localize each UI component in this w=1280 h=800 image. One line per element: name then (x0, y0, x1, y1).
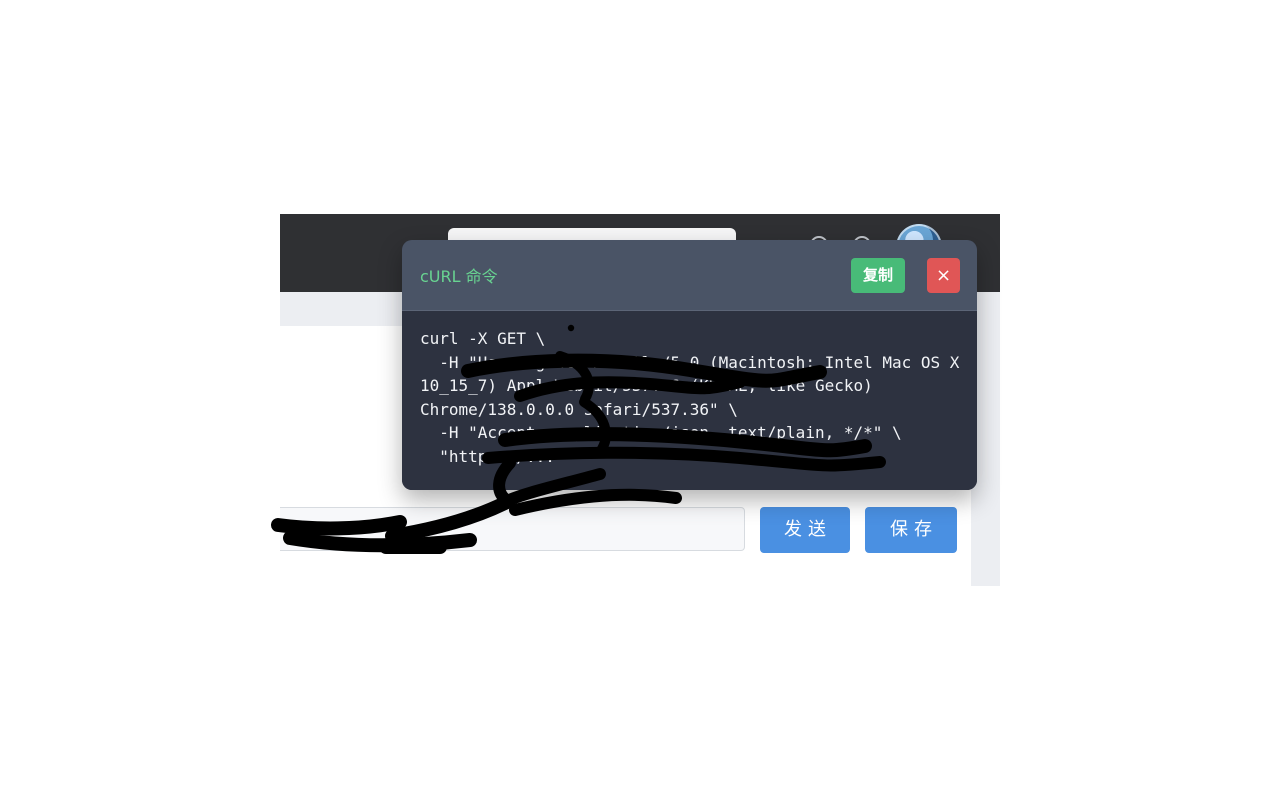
modal-title: cURL 命令 (420, 267, 498, 286)
send-button[interactable]: 发送 (760, 507, 850, 553)
modal-header: cURL 命令 复制 × (402, 240, 977, 311)
modal-body: curl -X GET \ -H "User-Agent: Mozilla/5.… (402, 311, 977, 490)
request-url-input[interactable] (280, 507, 745, 551)
close-button[interactable]: × (927, 258, 960, 293)
save-button[interactable]: 保存 (865, 507, 957, 553)
curl-command-text: curl -X GET \ -H "User-Agent: Mozilla/5.… (420, 329, 960, 466)
copy-button[interactable]: 复制 (851, 258, 905, 293)
screen: 发送 保存 cURL 命令 复制 × curl -X GET \ -H "Use… (0, 0, 1280, 800)
curl-modal: cURL 命令 复制 × curl -X GET \ -H "User-Agen… (402, 240, 977, 490)
